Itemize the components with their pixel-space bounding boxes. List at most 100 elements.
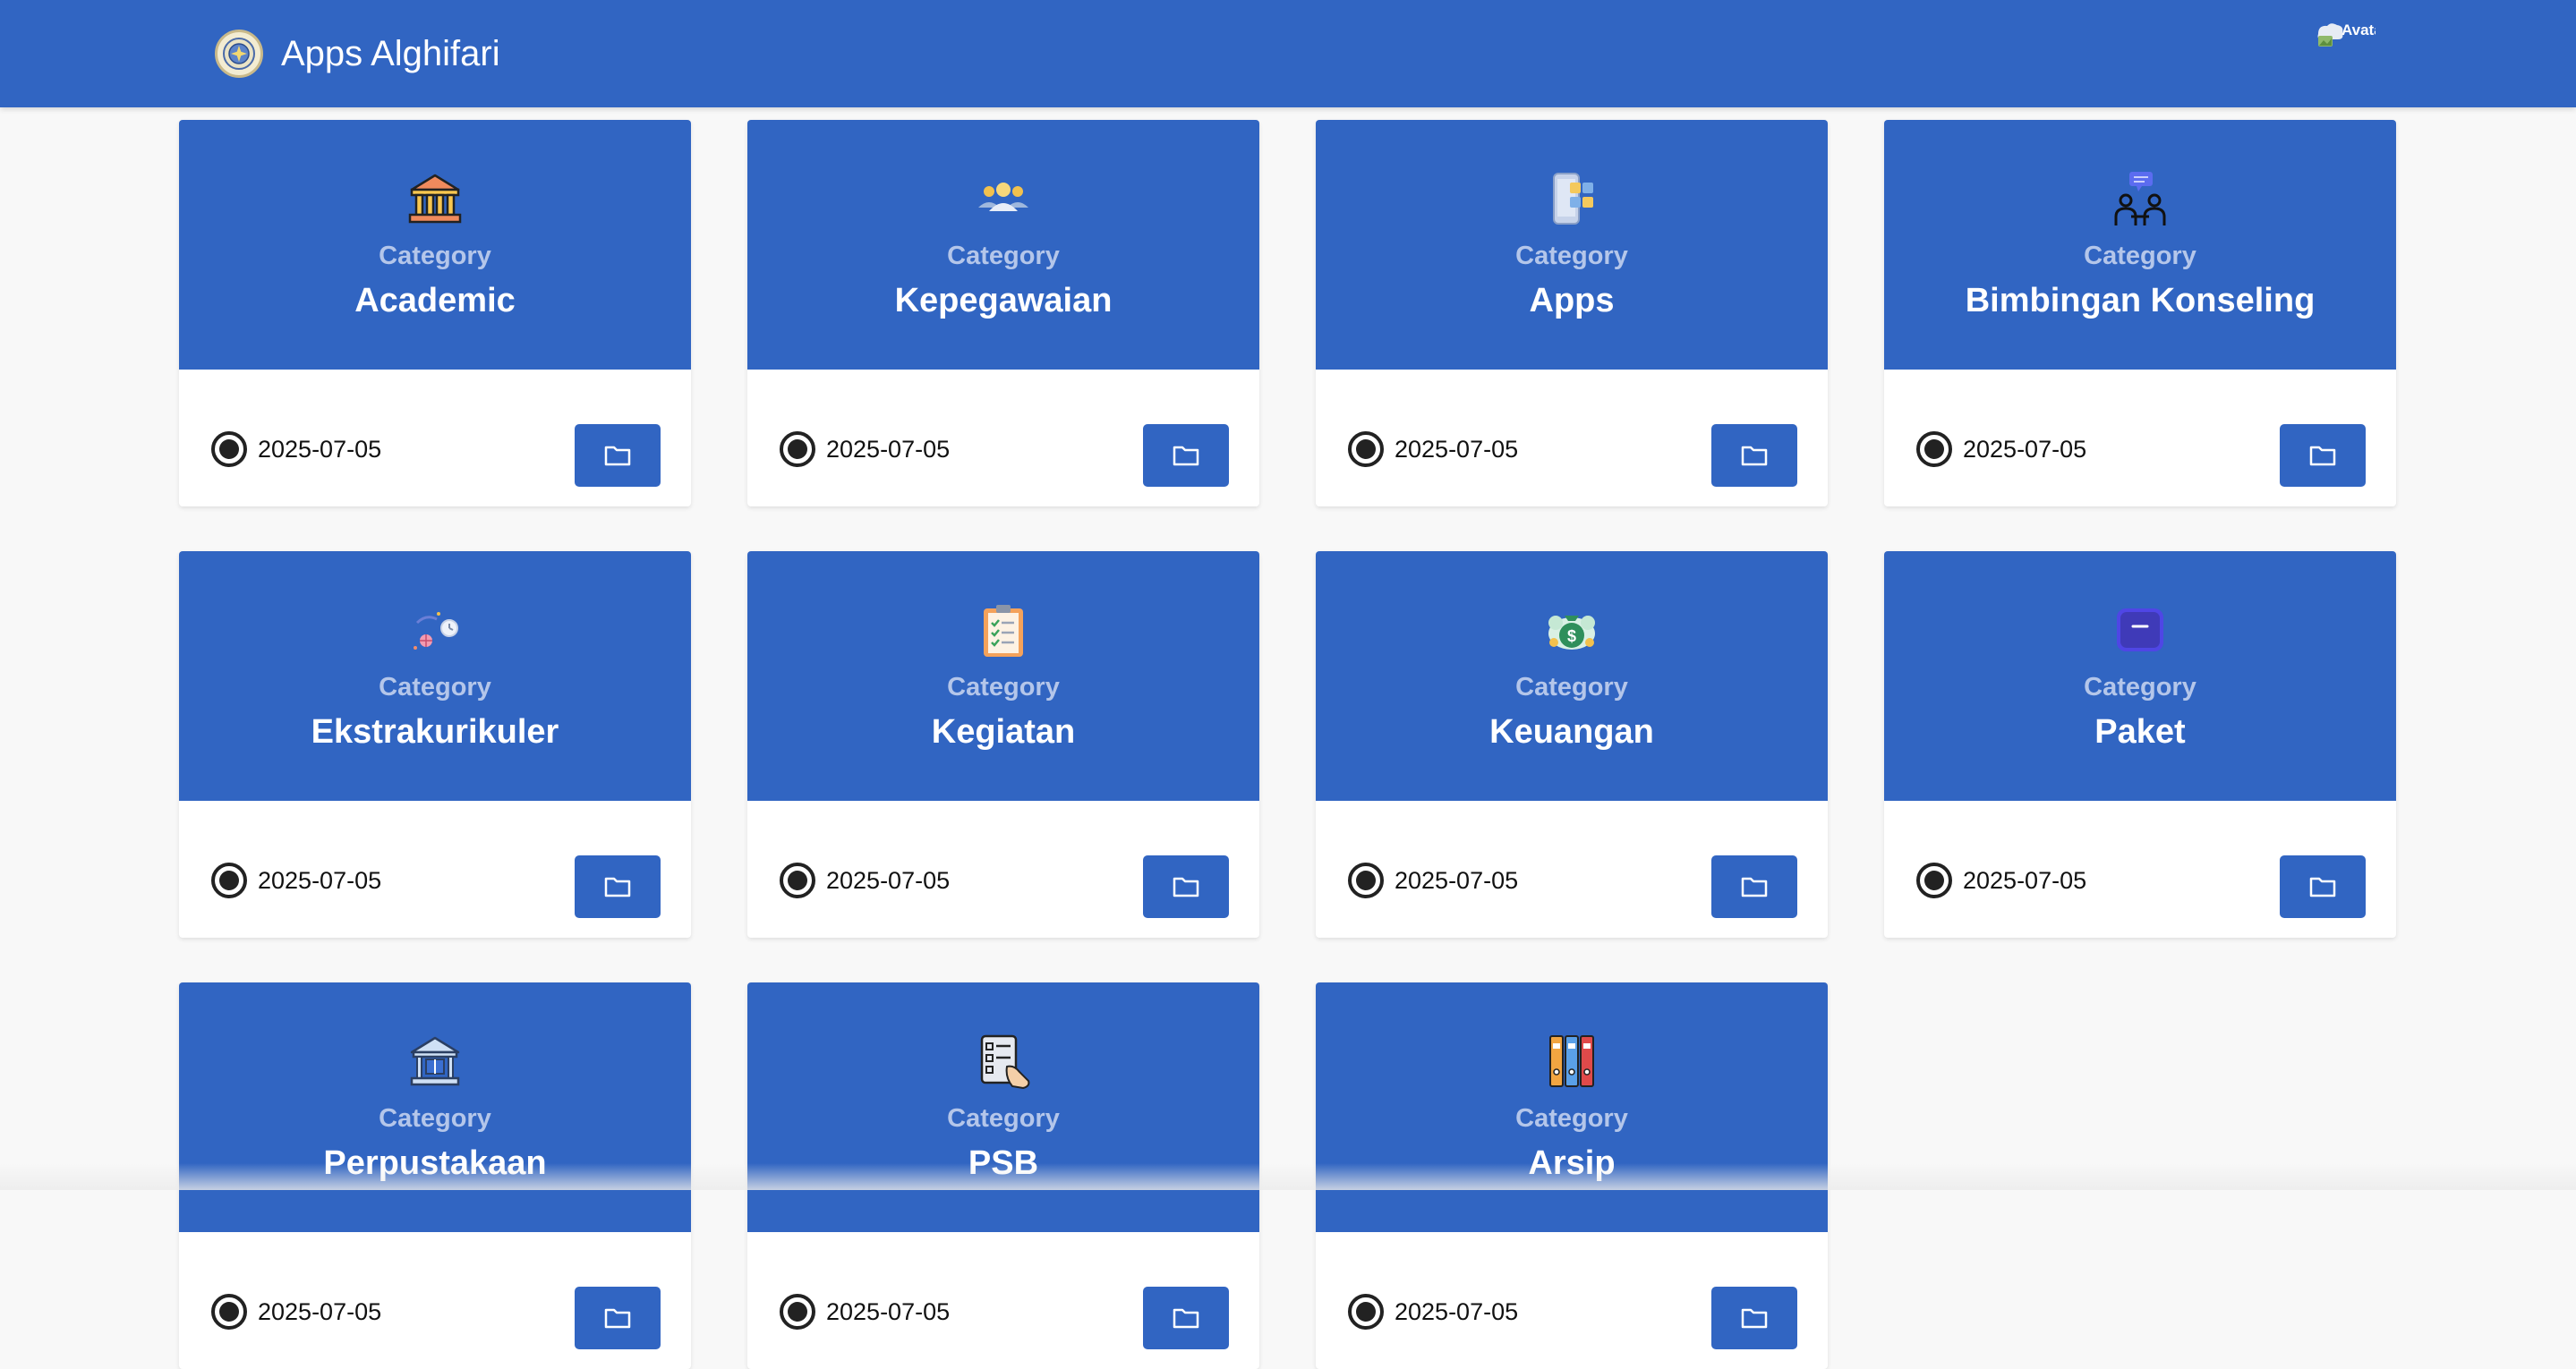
card-date-row: 2025-07-05 [1348, 431, 1518, 467]
card-header: Category Perpustakaan [179, 982, 691, 1232]
open-folder-button[interactable] [2280, 424, 2366, 487]
svg-text:$: $ [1567, 627, 1576, 645]
category-card-kegiatan: Category Kegiatan 2025-07-05 [747, 551, 1259, 938]
open-folder-button[interactable] [1711, 424, 1797, 487]
radio-icon [780, 863, 815, 898]
radio-icon [1348, 863, 1384, 898]
open-folder-button[interactable] [575, 1287, 661, 1349]
open-folder-button[interactable] [1711, 1287, 1797, 1349]
bank-building-icon [408, 174, 462, 224]
package-box-icon [2117, 608, 2163, 651]
radio-icon [1348, 431, 1384, 467]
counseling-chat-icon [2114, 172, 2166, 225]
radio-icon [211, 863, 247, 898]
school-logo [215, 30, 263, 78]
card-category-label: Category [2084, 242, 2196, 270]
user-avatar[interactable]: Avatar [2315, 21, 2376, 48]
archive-binders-icon [1549, 1035, 1594, 1087]
card-title: Apps [1529, 282, 1615, 319]
card-header: Category Paket [1884, 551, 2396, 801]
category-card-paket: Category Paket 2025-07-05 [1884, 551, 2396, 938]
folder-icon [1741, 1308, 1768, 1329]
card-category-label: Category [1515, 1104, 1628, 1133]
folder-icon [1173, 1308, 1199, 1329]
card-category-label: Category [947, 673, 1060, 702]
card-header: Category Arsip [1316, 982, 1828, 1232]
category-card-kepegawaian: Category Kepegawaian 2025-07-05 [747, 120, 1259, 506]
card-title: Bimbingan Konseling [1965, 282, 2316, 319]
money-bag-icon: $ [1548, 616, 1595, 650]
folder-icon [604, 446, 631, 466]
library-building-icon [410, 1036, 460, 1086]
card-date-row: 2025-07-05 [1916, 863, 2086, 898]
card-header: Category Kepegawaian [747, 120, 1259, 370]
radio-icon [1348, 1294, 1384, 1330]
bottom-shadow [0, 1163, 2576, 1190]
card-date-row: 2025-07-05 [780, 1294, 950, 1330]
card-category-label: Category [1515, 673, 1628, 702]
card-date: 2025-07-05 [258, 435, 382, 463]
card-header: Category Bimbingan Konseling [1884, 120, 2396, 370]
card-category-label: Category [947, 1104, 1060, 1133]
category-card-ekstrakurikuler: Category Ekstrakurikuler 2025-07-05 [179, 551, 691, 938]
folder-icon [1741, 877, 1768, 897]
folder-icon [2309, 446, 2336, 466]
category-card-keuangan: $ Category Keuangan 2025-07-05 [1316, 551, 1828, 938]
card-title: Kegiatan [931, 713, 1076, 751]
radio-icon [1916, 431, 1952, 467]
open-folder-button[interactable] [1711, 855, 1797, 918]
folder-icon [604, 1308, 631, 1329]
brand[interactable]: Apps Alghifari [215, 29, 500, 79]
card-title: Paket [2094, 713, 2186, 751]
radio-icon [211, 431, 247, 467]
open-folder-button[interactable] [1143, 1287, 1229, 1349]
card-date-row: 2025-07-05 [1916, 431, 2086, 467]
card-header: $ Category Keuangan [1316, 551, 1828, 801]
open-folder-button[interactable] [575, 424, 661, 487]
folder-icon [1173, 877, 1199, 897]
card-date: 2025-07-05 [258, 866, 382, 894]
card-category-label: Category [379, 673, 491, 702]
card-date-row: 2025-07-05 [211, 863, 381, 898]
card-date-row: 2025-07-05 [211, 431, 381, 467]
folder-icon [1741, 446, 1768, 466]
category-card-academic: Category Academic 2025-07-05 [179, 120, 691, 506]
card-date: 2025-07-05 [826, 435, 951, 463]
card-date-row: 2025-07-05 [211, 1294, 381, 1330]
open-folder-button[interactable] [1143, 855, 1229, 918]
card-title: Academic [354, 282, 516, 319]
top-navbar: Apps Alghifari Avatar [0, 0, 2576, 107]
radio-icon [780, 1294, 815, 1330]
card-date-row: 2025-07-05 [780, 431, 950, 467]
activities-icon [414, 612, 458, 650]
card-date-row: 2025-07-05 [780, 863, 950, 898]
card-header: Category PSB [747, 982, 1259, 1232]
card-category-label: Category [379, 242, 491, 270]
card-category-label: Category [2084, 673, 2196, 702]
app-title: Apps Alghifari [281, 33, 500, 73]
radio-icon [780, 431, 815, 467]
card-date-row: 2025-07-05 [1348, 863, 1518, 898]
card-title: Ekstrakurikuler [311, 713, 559, 751]
registration-form-icon [980, 1034, 1030, 1090]
card-header: Category Academic [179, 120, 691, 370]
card-date: 2025-07-05 [826, 866, 951, 894]
category-card-apps: Category Apps 2025-07-05 [1316, 120, 1828, 506]
card-date: 2025-07-05 [826, 1297, 951, 1325]
broken-image-icon [2317, 23, 2343, 47]
card-header: Category Kegiatan [747, 551, 1259, 801]
open-folder-button[interactable] [1143, 424, 1229, 487]
avatar-alt-text: Avatar [2341, 21, 2376, 38]
card-category-label: Category [947, 242, 1060, 270]
folder-icon [2309, 877, 2336, 897]
card-date: 2025-07-05 [1395, 435, 1519, 463]
card-date: 2025-07-05 [1395, 1297, 1519, 1325]
card-date: 2025-07-05 [1963, 866, 2087, 894]
folder-icon [1173, 446, 1199, 466]
open-folder-button[interactable] [575, 855, 661, 918]
card-date: 2025-07-05 [258, 1297, 382, 1325]
open-folder-button[interactable] [2280, 855, 2366, 918]
mobile-apps-icon [1553, 173, 1593, 225]
card-header: Category Apps [1316, 120, 1828, 370]
radio-icon [1916, 863, 1952, 898]
